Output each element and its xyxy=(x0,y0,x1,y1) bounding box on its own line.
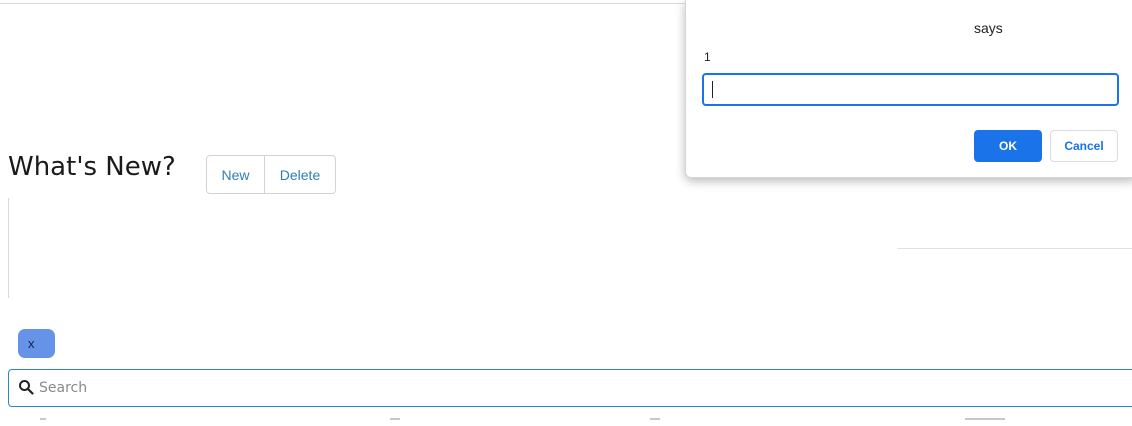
column-hint xyxy=(390,418,400,420)
column-hint xyxy=(965,418,1005,420)
text-caret xyxy=(712,81,713,98)
table-header-hints xyxy=(0,418,1132,426)
content-area-border xyxy=(8,198,9,298)
dialog-title: says xyxy=(974,20,1003,36)
column-hint xyxy=(40,418,46,420)
top-divider xyxy=(0,3,700,4)
toolbar: New Delete xyxy=(206,155,336,194)
dialog-message: 1 xyxy=(704,50,711,64)
prompt-dialog: says 1 OK Cancel xyxy=(685,0,1132,178)
dialog-input[interactable] xyxy=(702,73,1119,106)
search-input[interactable] xyxy=(39,370,1129,406)
filter-chip[interactable]: x xyxy=(18,329,55,358)
ok-button[interactable]: OK xyxy=(974,130,1042,162)
column-hint xyxy=(650,418,660,420)
search-icon xyxy=(19,380,34,395)
search-box xyxy=(8,369,1132,407)
page-title: What's New? xyxy=(8,152,176,182)
new-button[interactable]: New xyxy=(206,155,265,194)
cancel-button[interactable]: Cancel xyxy=(1050,130,1118,162)
content-divider xyxy=(898,248,1132,249)
delete-button[interactable]: Delete xyxy=(264,155,336,194)
